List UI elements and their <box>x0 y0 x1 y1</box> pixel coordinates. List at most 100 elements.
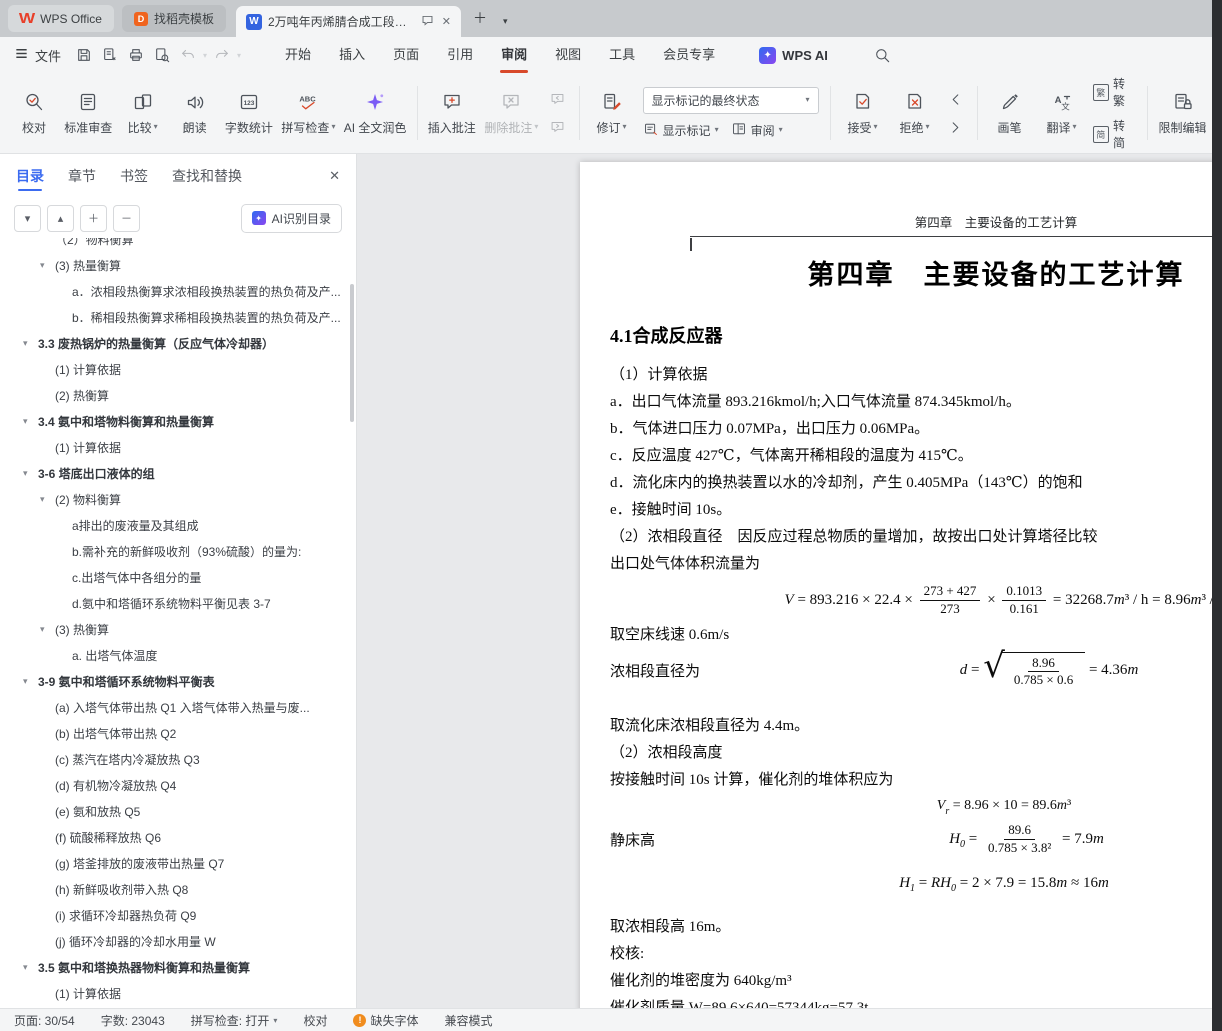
ribbon-button-ink-pen[interactable]: 画笔 <box>984 86 1036 141</box>
toc-item[interactable]: a. 出塔气体温度 <box>0 642 356 668</box>
ribbon-button-insert-comment[interactable]: 插入批注 <box>424 86 481 141</box>
toc-expand-arrow-icon[interactable]: ▾ <box>23 962 38 973</box>
undo-chevron-icon[interactable]: ▾ <box>203 51 207 60</box>
tab-find-replace[interactable]: 查找和替换 <box>172 154 242 198</box>
toc-item[interactable]: ▾ (3) 热量衡算 <box>0 252 356 278</box>
toc-item[interactable]: b．稀相段热衡算求稀相段换热装置的热负荷及产... <box>0 304 356 330</box>
toc-zoom-out-button[interactable]: － <box>113 204 140 232</box>
tab-bookmarks[interactable]: 书签 <box>120 154 148 198</box>
ribbon-button-restrict-editing[interactable]: 限制编辑 <box>1154 86 1211 141</box>
toc-item[interactable]: (d) 有机物冷凝放热 Q4 <box>0 772 356 798</box>
toc-expand-arrow-icon[interactable]: ▾ <box>40 624 55 635</box>
menu-tab[interactable]: 审阅 <box>487 37 541 73</box>
document-tab[interactable]: W 2万吨年丙烯腈合成工段的工艺 ✕ <box>235 6 461 37</box>
toc-expand-arrow-icon[interactable]: ▾ <box>23 468 38 479</box>
ribbon-button-proofread[interactable]: 校对 <box>8 86 60 141</box>
toc-item[interactable]: a排出的废液量及其组成 <box>0 512 356 538</box>
toc-item[interactable]: (h) 新鲜吸收剂带入热 Q8 <box>0 876 356 902</box>
ribbon-button-spell-check[interactable]: ABC 拼写检查 ▾ <box>277 86 339 141</box>
tab-contents[interactable]: 目录 <box>16 154 44 198</box>
tab-chapters[interactable]: 章节 <box>68 154 96 198</box>
ribbon-button-read-aloud[interactable]: 朗读 <box>169 86 221 141</box>
toc-item[interactable]: ▾ 3.3 废热锅炉的热量衡算（反应气体冷却器） <box>0 330 356 356</box>
file-menu[interactable]: 文件 <box>14 46 61 65</box>
proofread-indicator[interactable]: 校对 <box>303 1012 327 1029</box>
toc-item[interactable]: (1) 计算依据 <box>0 980 356 1006</box>
ribbon-button-show-markup[interactable]: 显示标记 ▾ <box>643 121 719 140</box>
compatibility-mode-indicator[interactable]: 兼容模式 <box>444 1012 492 1029</box>
menu-tab[interactable]: 页面 <box>379 37 433 73</box>
redo-icon[interactable] <box>209 43 235 67</box>
toc-item[interactable]: ▾ 3-6 塔底出口液体的组 <box>0 460 356 486</box>
ribbon-button-translate[interactable]: A 文翻译 ▾ <box>1036 86 1088 141</box>
ai-recognize-toc-button[interactable]: ✦ AI识别目录 <box>240 203 342 233</box>
menu-tab[interactable]: 视图 <box>541 37 595 73</box>
ribbon-button-to-traditional[interactable]: 繁转繁 <box>1092 75 1137 109</box>
undo-icon[interactable] <box>175 43 201 67</box>
docer-template-tab[interactable]: D 找稻壳模板 <box>121 5 226 32</box>
toc-item[interactable]: (i) 求循环冷却器热负荷 Q9 <box>0 902 356 928</box>
toc-expand-arrow-icon[interactable]: ▾ <box>23 338 38 349</box>
menu-tab[interactable]: 工具 <box>595 37 649 73</box>
ribbon-button-delete-comment[interactable]: 删除批注 ▾ <box>480 86 542 141</box>
toc-item[interactable]: ▾ (2) 物料衡算 <box>0 486 356 512</box>
markup-state-combobox[interactable]: 显示标记的最终状态 ▾ <box>642 86 819 114</box>
redo-chevron-icon[interactable]: ▾ <box>237 51 241 60</box>
toc-zoom-in-button[interactable]: ＋ <box>80 204 107 232</box>
ribbon-button-ai-polish[interactable]: AI 全文润色 <box>340 86 411 141</box>
close-tab-icon[interactable]: ✕ <box>442 15 451 28</box>
word-count-indicator[interactable]: 字数: 23043 <box>101 1012 165 1029</box>
toc-item[interactable]: a．浓相段热衡算求浓相段换热装置的热负荷及产... <box>0 278 356 304</box>
toc-item[interactable]: (e) 氨和放热 Q5 <box>0 798 356 824</box>
toc-item[interactable]: （2）物料衡算 <box>0 238 356 252</box>
ribbon-button-review-pane[interactable]: 审阅 ▾ <box>731 121 783 140</box>
document-page[interactable]: 第四章 主要设备的工艺计算 第四章 主要设备的工艺计算 4.1合成反应器 （1）计… <box>580 162 1212 1008</box>
toc-item[interactable]: ▾ 3.4 氨中和塔物料衡算和热量衡算 <box>0 408 356 434</box>
ribbon-button-word-count[interactable]: 123 字数统计 <box>221 86 278 141</box>
ribbon-button-accept[interactable]: 接受 ▾ <box>837 86 889 141</box>
toc-expand-arrow-icon[interactable]: ▾ <box>23 416 38 427</box>
toc-collapse-button[interactable]: ▾ <box>14 204 41 232</box>
ribbon-button-track-changes[interactable]: 修订 ▾ <box>586 86 638 141</box>
save-icon[interactable] <box>71 43 97 67</box>
toc-item[interactable]: (f) 硫酸稀释放热 Q6 <box>0 824 356 850</box>
print-icon[interactable] <box>123 43 149 67</box>
toc-item[interactable]: (a) 入塔气体带出热 Q1 入塔气体带入热量与废... <box>0 694 356 720</box>
ribbon-button-standard-review[interactable]: 标准审查 <box>60 86 117 141</box>
ribbon-button-next-revision[interactable] <box>944 117 968 137</box>
spellcheck-indicator[interactable]: 拼写检查: 打开 ▾ <box>191 1012 278 1029</box>
toc-item[interactable]: (1) 计算依据 <box>0 356 356 382</box>
toc-item[interactable]: b.需补充的新鲜吸收剂（93%硫酸）的量为: <box>0 538 356 564</box>
toc-item[interactable]: (2) 热衡算 <box>0 382 356 408</box>
toc-item[interactable]: d.氨中和塔循环系统物料平衡见表 3-7 <box>0 590 356 616</box>
toc-item[interactable]: ▾ 3.5 氨中和塔换热器物料衡算和热量衡算 <box>0 954 356 980</box>
tab-list-chevron-icon[interactable]: ▾ <box>503 16 508 27</box>
menu-tab[interactable]: 插入 <box>325 37 379 73</box>
wps-home-tab[interactable]: W WPS Office <box>8 5 114 32</box>
toc-item[interactable]: ▾ 3-9 氨中和塔循环系统物料平衡表 <box>0 668 356 694</box>
toc-expand-arrow-icon[interactable]: ▾ <box>40 494 55 505</box>
missing-font-warning[interactable]: ! 缺失字体 <box>353 1012 418 1029</box>
menu-tab[interactable]: 开始 <box>271 37 325 73</box>
export-pdf-icon[interactable] <box>97 43 123 67</box>
menu-tab[interactable]: 会员专享 <box>649 37 729 73</box>
toc-item[interactable]: (g) 塔釜排放的废液带出热量 Q7 <box>0 850 356 876</box>
toc-expand-button[interactable]: ▴ <box>47 204 74 232</box>
wps-ai-button[interactable]: ✦ WPS AI <box>759 46 828 64</box>
toc-item[interactable]: ▾ (3) 热衡算 <box>0 616 356 642</box>
toc-item[interactable]: (j) 循环冷却器的冷却水用量 W <box>0 928 356 954</box>
toc-expand-arrow-icon[interactable]: ▾ <box>40 260 55 271</box>
page-indicator[interactable]: 页面: 30/54 <box>14 1012 75 1029</box>
toc-item[interactable]: (c) 蒸汽在塔内冷凝放热 Q3 <box>0 746 356 772</box>
ribbon-button-prev-comment[interactable] <box>546 89 570 109</box>
ribbon-button-reject[interactable]: 拒绝 ▾ <box>889 86 941 141</box>
search-icon[interactable] <box>874 47 891 64</box>
toc-item[interactable]: (b) 出塔气体带出热 Q2 <box>0 720 356 746</box>
ribbon-button-prev-revision[interactable] <box>944 89 968 109</box>
print-preview-icon[interactable] <box>149 43 175 67</box>
toc-expand-arrow-icon[interactable]: ▾ <box>23 676 38 687</box>
toc-item[interactable]: (1) 计算依据 <box>0 434 356 460</box>
ribbon-button-compare[interactable]: 比较 ▾ <box>117 86 169 141</box>
menu-tab[interactable]: 引用 <box>433 37 487 73</box>
sidebar-close-icon[interactable]: ✕ <box>329 168 340 184</box>
